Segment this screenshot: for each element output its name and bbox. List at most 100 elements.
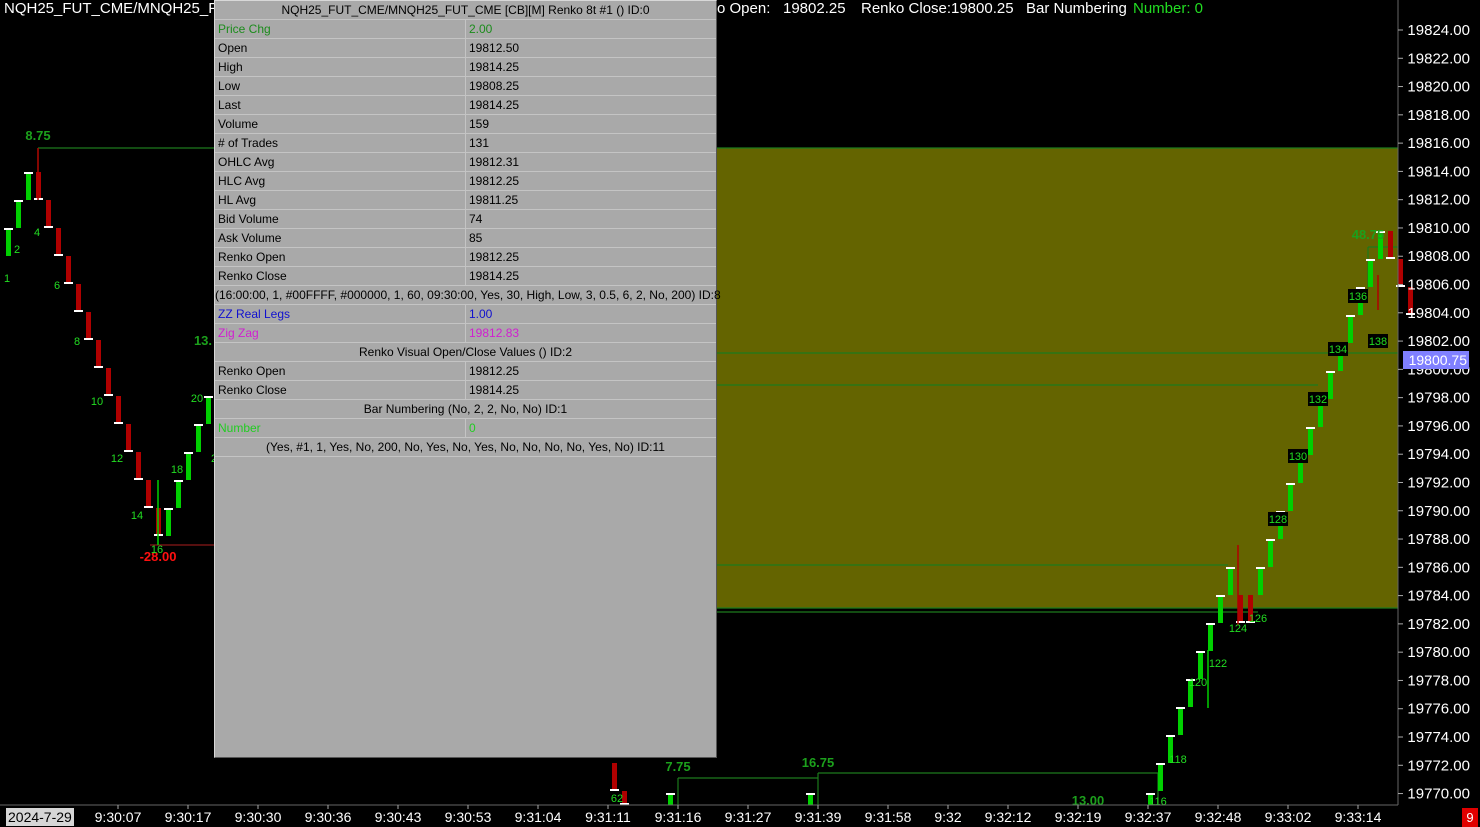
renko-bar-up[interactable]	[1178, 707, 1183, 735]
row-label: Price Chg	[218, 22, 271, 36]
time-label: 9:30:36	[305, 809, 352, 825]
renko-open-label: o Open:	[717, 0, 771, 17]
data-window-row: Low 19808.25	[215, 77, 716, 96]
row-value: 131	[469, 136, 490, 150]
row-separator	[465, 58, 466, 76]
renko-bar-down[interactable]	[66, 256, 71, 284]
bar-number-label: 120	[1189, 677, 1207, 689]
time-label: 9:32	[934, 809, 961, 825]
price-label: 19816.00	[1407, 135, 1470, 152]
data-window-row: # of Trades 131	[215, 134, 716, 153]
bar-number-label: 130	[1289, 451, 1307, 463]
row-value: 19814.25	[469, 60, 520, 74]
bar-close-tick	[84, 338, 93, 340]
renko-bar-down[interactable]	[76, 284, 81, 312]
row-value: 19814.25	[469, 383, 520, 397]
row-separator	[465, 419, 466, 437]
renko-bar-down[interactable]	[106, 368, 111, 396]
time-label: 9:31:16	[655, 809, 702, 825]
bar-close-tick	[1206, 623, 1215, 625]
current-price-tag: 19800.75	[1403, 351, 1469, 369]
row-value: 0	[469, 421, 476, 435]
bar-close-tick	[1396, 285, 1405, 287]
renko-bar-down[interactable]	[126, 424, 131, 452]
bar-close-tick	[806, 793, 815, 795]
renko-bar-down[interactable]	[146, 480, 151, 508]
renko-bar-up[interactable]	[1258, 567, 1263, 595]
renko-bar-up[interactable]	[206, 396, 211, 424]
zigzag-value-label: 48.75	[1352, 227, 1385, 242]
corner-badge[interactable]: 9	[1462, 808, 1478, 827]
bar-number-label: 20	[191, 393, 203, 405]
renko-bar-down[interactable]	[46, 200, 51, 228]
renko-bar-down[interactable]	[96, 340, 101, 368]
bar-close-tick	[24, 172, 33, 174]
renko-bar-up[interactable]	[6, 228, 11, 256]
bar-close-tick	[64, 282, 73, 284]
data-window-row: High 19814.25	[215, 58, 716, 77]
time-label: 9:31:39	[795, 809, 842, 825]
row-value: 19812.50	[469, 41, 520, 55]
row-label: HLC Avg	[218, 174, 266, 188]
price-axis[interactable]: 19824.00 19822.00 19820.00 19818.00 19816.00…	[1398, 22, 1470, 803]
renko-bar-down[interactable]	[56, 228, 61, 256]
row-label: ZZ Real Legs	[218, 307, 291, 321]
row-label: OHLC Avg	[218, 155, 275, 169]
bar-number-label: 16	[151, 544, 163, 556]
renko-bar-up[interactable]	[1208, 623, 1213, 651]
data-window-row: Renko Open 19812.25	[215, 362, 716, 381]
zigzag-value-label: 13.00	[1072, 793, 1105, 808]
chart-symbol-title: NQH25_FUT_CME/MNQH25_FU	[4, 0, 229, 17]
bar-number-value: Number: 0	[1133, 0, 1204, 17]
renko-bar-up[interactable]	[1348, 315, 1353, 343]
row-label: Open	[218, 41, 248, 55]
renko-bar-up[interactable]	[1288, 483, 1293, 511]
price-label: 19796.00	[1407, 418, 1470, 435]
bar-close-tick	[1256, 567, 1265, 569]
time-axis[interactable]: 9:30:07 9:30:17 9:30:30 9:30:36 9:30:43 9:30:…	[95, 805, 1382, 825]
renko-bar-up[interactable]	[1198, 651, 1203, 679]
renko-bar-up[interactable]	[16, 200, 21, 228]
row-separator	[465, 191, 466, 209]
renko-bar-down[interactable]	[1388, 231, 1393, 259]
renko-bar-up[interactable]	[1218, 595, 1223, 623]
renko-bar-up[interactable]	[186, 452, 191, 480]
renko-bar-down[interactable]	[1398, 259, 1403, 287]
time-label: 9:31:04	[515, 809, 562, 825]
data-window-row: Number 0	[215, 419, 716, 438]
renko-bar-up[interactable]	[1158, 763, 1163, 791]
bar-number-label: 122	[1209, 658, 1227, 670]
renko-bar-down[interactable]	[116, 396, 121, 424]
section-header-text: Bar Numbering (No, 2, 2, No, No) ID:1	[363, 402, 568, 416]
renko-bar-up[interactable]	[196, 424, 201, 452]
row-separator	[465, 96, 466, 114]
renko-bar-up[interactable]	[1328, 371, 1333, 399]
row-label: Last	[218, 98, 241, 112]
price-label: 19776.00	[1407, 701, 1470, 718]
row-separator	[465, 229, 466, 247]
row-label: Renko Close	[218, 383, 287, 397]
renko-bar-down[interactable]	[86, 312, 91, 340]
renko-bar-up[interactable]	[1228, 567, 1233, 595]
renko-bar-down[interactable]	[612, 763, 617, 791]
row-value: 19812.83	[469, 326, 520, 340]
bar-number-label: 118	[1169, 754, 1187, 766]
bar-number-label: 12	[111, 453, 123, 465]
renko-bar-up[interactable]	[166, 508, 171, 536]
data-window-section-header: NQH25_FUT_CME/MNQH25_FUT_CME [CB][M] Ren…	[215, 1, 716, 20]
bar-close-tick	[1356, 287, 1365, 289]
renko-bar-up[interactable]	[176, 480, 181, 508]
time-label: 9:30:17	[165, 809, 212, 825]
renko-bar-up[interactable]	[1308, 427, 1313, 455]
price-label: 19778.00	[1407, 672, 1470, 689]
row-separator	[465, 248, 466, 266]
bar-number-label: 128	[1269, 514, 1287, 526]
zigzag-value-label: 13.	[194, 333, 212, 348]
data-window[interactable]: NQH25_FUT_CME/MNQH25_FUT_CME [CB][M] Ren…	[214, 0, 721, 758]
renko-bar-down[interactable]	[136, 452, 141, 480]
renko-bar-up[interactable]	[26, 172, 31, 200]
renko-bar-up[interactable]	[1268, 539, 1273, 567]
price-label: 19802.00	[1407, 333, 1470, 350]
row-label: Volume	[218, 117, 259, 131]
renko-bar-up[interactable]	[1368, 259, 1373, 287]
